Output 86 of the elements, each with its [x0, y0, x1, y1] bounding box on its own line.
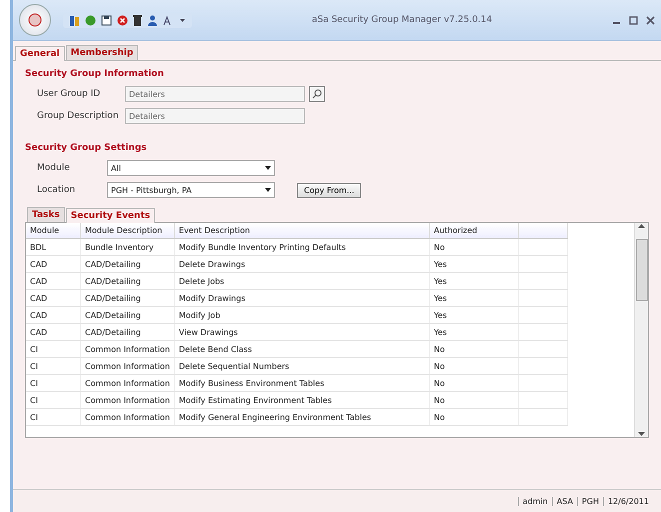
table-cell: CAD/Detailing [80, 306, 174, 324]
close-icon[interactable] [646, 16, 655, 24]
table-cell: Bundle Inventory [80, 238, 174, 256]
window-title: aSa Security Group Manager v7.25.0.14 [310, 15, 494, 25]
table-cell: No [429, 392, 518, 408]
table-cell: CI [26, 374, 80, 392]
table-cell: Yes [429, 306, 518, 324]
module-dropdown[interactable]: All [107, 160, 275, 176]
table-cell: CI [26, 392, 80, 408]
table-cell: Yes [429, 324, 518, 340]
books-icon[interactable] [69, 14, 80, 26]
section-heading: Security Group Settings [25, 143, 148, 153]
tab[interactable]: Tasks [27, 207, 65, 222]
table-cell: CAD/Detailing [80, 290, 174, 306]
table-cell: Common Information [80, 358, 174, 374]
field-label: User Group ID [37, 89, 102, 99]
table-cell: Modify Job [174, 306, 430, 324]
scroll-down-icon[interactable] [638, 432, 645, 437]
column-header[interactable]: Event Description [174, 223, 430, 238]
app-menu-button[interactable] [19, 4, 51, 36]
table-cell: Modify Drawings [174, 290, 430, 306]
table-cell: CAD/Detailing [80, 324, 174, 340]
section-heading: Security Group Information [25, 69, 165, 79]
table-cell: Yes [429, 290, 518, 306]
table-cell: CI [26, 358, 80, 374]
table-cell: Delete Sequential Numbers [174, 358, 430, 374]
table-cell: Yes [429, 272, 518, 290]
tab[interactable]: General [15, 46, 65, 61]
table-cell: No [429, 358, 518, 374]
table-cell: Delete Bend Class [174, 340, 430, 358]
field-label: Group Description [37, 111, 120, 121]
table-cell: Common Information [80, 340, 174, 358]
table-cell: Common Information [80, 392, 174, 408]
table-cell: Modify Business Environment Tables [174, 374, 430, 392]
status-item: 12/6/2011 [602, 496, 653, 506]
location-dropdown[interactable]: PGH - Pittsburgh, PA [107, 182, 275, 198]
table-cell: CI [26, 340, 80, 358]
table-cell: View Drawings [174, 324, 430, 340]
tab[interactable]: Security Events [66, 208, 156, 223]
table-cell: No [429, 238, 518, 256]
scroll-up-icon[interactable] [638, 223, 645, 228]
table-cell: CAD [26, 306, 80, 324]
user-group-id-field[interactable]: Detailers [125, 86, 305, 102]
status-item: ASA [552, 496, 577, 506]
table-cell: No [429, 374, 518, 392]
column-header[interactable]: Module Description [80, 223, 174, 238]
close-icon[interactable] [117, 14, 128, 26]
table-cell: Common Information [80, 408, 174, 426]
table-cell: CAD [26, 256, 80, 272]
table-cell: CAD [26, 290, 80, 306]
table-cell: Modify General Engineering Environment Tables [174, 408, 430, 426]
logo-icon [27, 12, 43, 28]
search-icon [312, 89, 322, 99]
table-cell: CAD/Detailing [80, 272, 174, 290]
status-item: admin [518, 496, 552, 506]
table-cell: Delete Jobs [174, 272, 430, 290]
user-icon[interactable] [147, 14, 158, 26]
dropdown-arrow-icon[interactable] [179, 16, 186, 24]
column-header[interactable]: Module [26, 223, 80, 238]
dropdown-arrow-icon [265, 166, 271, 170]
search-button[interactable] [309, 86, 325, 102]
dropdown-arrow-icon [265, 188, 271, 192]
column-header[interactable]: Authorized [429, 223, 518, 238]
table-cell: Yes [429, 256, 518, 272]
copy-from-button[interactable]: Copy From... [297, 182, 362, 198]
table-cell: No [429, 408, 518, 426]
tab[interactable]: Membership [66, 45, 138, 60]
table-cell: Modify Bundle Inventory Printing Defaults [174, 238, 430, 256]
field-label: Module [37, 163, 71, 173]
trash-icon[interactable] [133, 14, 142, 26]
maximize-icon[interactable] [629, 16, 638, 24]
scrollbar-thumb[interactable] [636, 239, 648, 301]
table-cell: CAD/Detailing [80, 256, 174, 272]
table-cell: CAD [26, 324, 80, 340]
table-cell: Modify Estimating Environment Tables [174, 392, 430, 408]
table-cell: Delete Drawings [174, 256, 430, 272]
table-cell: Common Information [80, 374, 174, 392]
table-cell: CI [26, 408, 80, 426]
status-item: PGH [576, 496, 603, 506]
table-cell: BDL [26, 238, 80, 256]
field-label: Location [37, 185, 76, 195]
table-cell: CAD [26, 272, 80, 290]
scrollbar[interactable] [634, 223, 648, 437]
save-icon[interactable] [101, 14, 112, 26]
group-description-field[interactable]: Detailers [125, 108, 305, 124]
table-cell: No [429, 340, 518, 358]
